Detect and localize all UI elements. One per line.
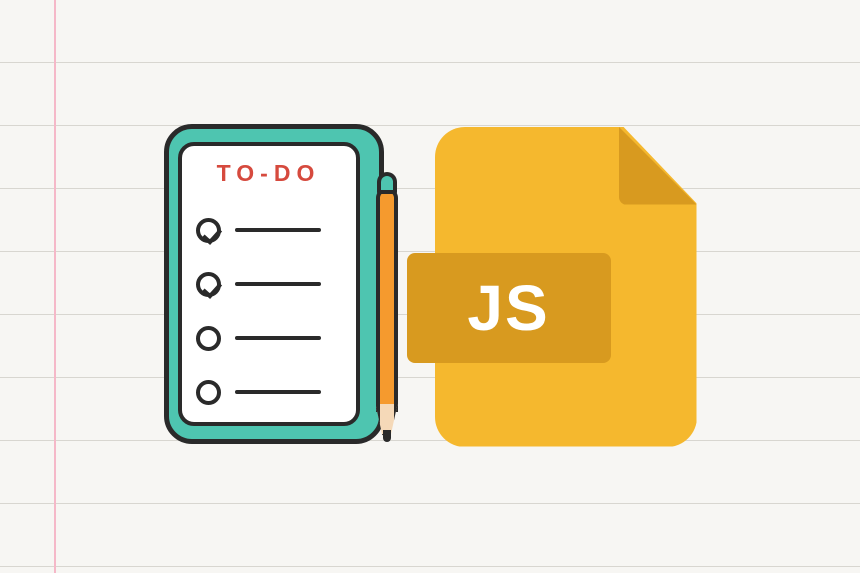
notepad-sheet: TO-DO — [178, 142, 360, 426]
pen-body — [376, 188, 398, 412]
pen-icon — [373, 166, 403, 442]
list-item-placeholder-line — [235, 390, 321, 394]
checkbox-checked-icon — [196, 272, 221, 297]
list-item — [196, 257, 342, 311]
list-item — [196, 203, 342, 257]
list-item-placeholder-line — [235, 282, 321, 286]
todo-notepad-illustration: TO-DO — [164, 124, 399, 449]
list-item-placeholder-line — [235, 228, 321, 232]
pen-cap — [377, 172, 397, 194]
pen-nib — [383, 430, 391, 442]
file-label-tag: JS — [407, 253, 611, 363]
list-item — [196, 365, 342, 419]
checkbox-empty-icon — [196, 326, 221, 351]
file-extension-text: JS — [467, 271, 549, 345]
javascript-file-icon: JS — [435, 127, 697, 447]
checkbox-empty-icon — [196, 380, 221, 405]
list-item-placeholder-line — [235, 336, 321, 340]
list-item — [196, 311, 342, 365]
illustration-stage: TO-DO — [0, 0, 860, 573]
checkbox-checked-icon — [196, 218, 221, 243]
notepad-title: TO-DO — [196, 160, 342, 187]
